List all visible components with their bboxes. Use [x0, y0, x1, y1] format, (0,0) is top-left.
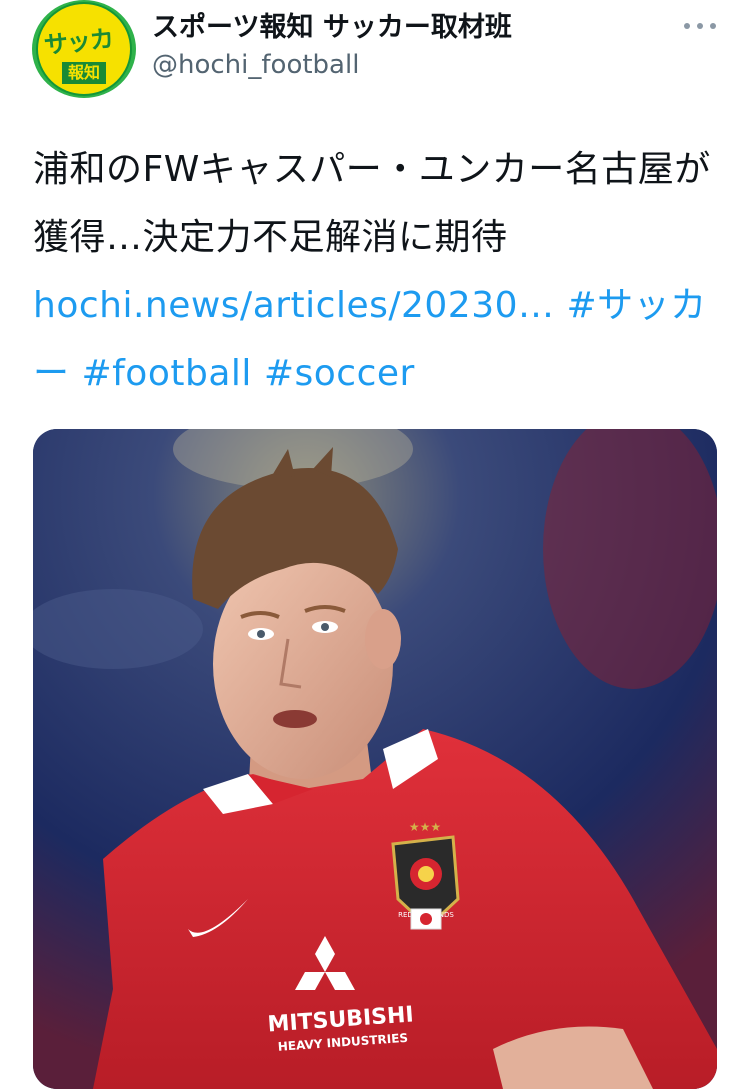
tweet-text: 浦和のFWキャスパー・ユンカー名古屋が獲得…決定力不足解消に期待 hochi.n…	[33, 136, 713, 408]
player-photo: RED DIAMONDS ★★★ MITSUBISHI HEAVY INDUST…	[33, 429, 717, 1089]
account-handle[interactable]: @hochi_football	[152, 47, 359, 83]
article-link[interactable]: hochi.news/articles/20230…	[33, 285, 555, 326]
svg-text:★★★: ★★★	[409, 820, 441, 834]
avatar-logo-subtext: 報知	[62, 62, 106, 84]
tweet-body: 浦和のFWキャスパー・ユンカー名古屋が獲得…決定力不足解消に期待	[33, 149, 711, 258]
tweet-header: サッカー 報知 スポーツ報知 サッカー取材班 @hochi_football	[0, 0, 750, 110]
more-dot	[697, 23, 703, 29]
avatar[interactable]: サッカー 報知	[32, 0, 136, 98]
avatar-logo-text: サッカー	[42, 24, 115, 92]
more-options-button[interactable]	[680, 12, 720, 40]
tweet-media-photo[interactable]: RED DIAMONDS ★★★ MITSUBISHI HEAVY INDUST…	[33, 429, 717, 1089]
hashtag-football[interactable]: #football	[81, 353, 251, 394]
display-name[interactable]: スポーツ報知 サッカー取材班	[152, 8, 512, 48]
more-horizontal-icon	[684, 23, 690, 29]
hashtag-soccer[interactable]: #soccer	[264, 353, 415, 394]
more-dot	[710, 23, 716, 29]
